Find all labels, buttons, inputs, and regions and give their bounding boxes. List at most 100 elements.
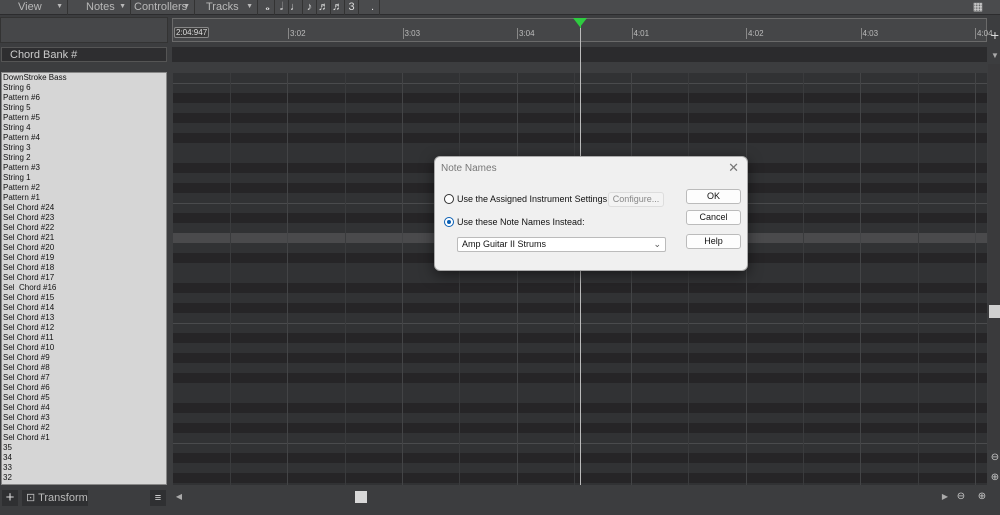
note-name-item[interactable]: Pattern #5 [2,113,166,123]
note-name-item[interactable]: Pattern #3 [2,163,166,173]
chevron-down-icon: ▼ [183,3,190,10]
note-name-item[interactable]: Sel Chord #24 [2,203,166,213]
note-name-item[interactable]: String 6 [2,83,166,93]
menu-view-label: View [18,1,42,13]
ruler-tick: 4:01 [631,28,650,39]
note-name-item[interactable]: 35 [2,443,166,453]
chord-bank-label: Chord Bank # [1,47,167,62]
horizontal-scroll-thumb[interactable] [355,491,367,503]
note-name-item[interactable]: String 3 [2,143,166,153]
note-name-item[interactable]: Sel Chord #21 [2,233,166,243]
menu-view[interactable]: View ▼ [0,0,68,15]
note-name-item[interactable]: String 4 [2,123,166,133]
note-name-item[interactable]: Sel Chord #3 [2,413,166,423]
vertical-scroll-thumb[interactable] [989,305,1000,318]
chevron-down-icon[interactable]: ▼ [988,48,1000,63]
note-name-item[interactable]: 33 [2,463,166,473]
note-names-list[interactable]: DownStroke Bass String 6 Pattern #6 String … [1,72,167,485]
scroll-right-icon[interactable]: ▶ [938,489,952,504]
option1-label[interactable]: Use the Assigned Instrument Settings [457,194,607,204]
eighth-note-icon[interactable]: ♪ [303,0,317,15]
note-name-item[interactable]: Sel Chord #22 [2,223,166,233]
note-name-item[interactable]: Pattern #2 [2,183,166,193]
chevron-down-icon: ⌄ [653,239,661,249]
note-name-item[interactable]: Sel Chord #19 [2,253,166,263]
ruler-tick: 3:03 [402,28,421,39]
now-time: 2:04:947 [174,27,210,38]
menu-controllers[interactable]: Controllers ▼ [131,0,195,15]
configure-button[interactable]: Configure... [608,192,664,207]
note-name-item[interactable]: Sel Chord #10 [2,343,166,353]
note-name-item[interactable]: Sel Chord #4 [2,403,166,413]
note-name-item[interactable]: DownStroke Bass [2,73,166,83]
quarter-note-icon[interactable]: ♩ [289,0,303,15]
beat-line [344,73,346,485]
note-name-item[interactable]: Pattern #4 [2,133,166,143]
zoom-out-icon[interactable]: ⊖ [954,489,968,504]
filter-menu-icon[interactable]: ≡ [150,490,166,506]
beat-line [459,73,461,485]
zoom-out-icon[interactable]: ⊖ [988,450,1000,465]
beat-line [631,73,633,485]
transform-icon: ⊡ [26,492,36,504]
note-names-dialog: Note Names ✕ Use the Assigned Instrument… [434,156,748,271]
note-name-item[interactable]: Pattern #6 [2,93,166,103]
note-name-item[interactable]: Sel Chord #13 [2,313,166,323]
triplet-button[interactable]: 3 [345,0,359,15]
sixteenth-note-icon[interactable]: ♬ [317,0,331,15]
note-name-item[interactable]: Sel Chord #6 [2,383,166,393]
note-name-item[interactable]: Sel Chord #9 [2,353,166,363]
note-name-item[interactable]: Sel Chord #14 [2,303,166,313]
menu-tracks[interactable]: Tracks ▼ [195,0,258,15]
note-names-dropdown[interactable]: Amp Guitar II Strums ⌄ [457,237,666,252]
radio-assigned-instrument[interactable] [444,194,454,204]
beat-line [688,73,690,485]
close-icon[interactable]: ✕ [728,160,739,176]
half-note-icon[interactable]: 𝅗𝅥 [275,0,289,15]
note-name-item[interactable]: Sel Chord #15 [2,293,166,303]
note-name-item[interactable]: Sel Chord #7 [2,373,166,383]
beat-line [516,73,518,485]
note-name-item[interactable]: Sel Chord #18 [2,263,166,273]
beat-line [917,73,919,485]
note-name-item[interactable]: String 2 [2,153,166,163]
note-name-item[interactable]: Sel Chord #5 [2,393,166,403]
ok-button[interactable]: OK [686,189,741,204]
vertical-scrollbar[interactable] [988,64,1000,450]
beat-line [745,73,747,485]
note-name-item[interactable]: String 5 [2,103,166,113]
beat-line [860,73,862,485]
note-name-item[interactable]: Sel Chord #23 [2,213,166,223]
note-name-item[interactable]: Pattern #1 [2,193,166,203]
note-name-item[interactable]: Sel Chord #17 [2,273,166,283]
beat-line [287,73,289,485]
note-name-item[interactable]: Sel Chord #2 [2,423,166,433]
note-name-item[interactable]: Sel Chord #16 [2,283,166,293]
beat-line [974,73,976,485]
option2-label[interactable]: Use these Note Names Instead: [457,217,585,227]
note-name-item[interactable]: Sel Chord #20 [2,243,166,253]
radio-note-names[interactable] [444,217,454,227]
add-button[interactable]: + [2,490,18,506]
plus-icon[interactable]: + [988,28,1000,43]
help-button[interactable]: Help [686,234,741,249]
thirtysecond-note-icon[interactable]: ♬ [331,0,345,15]
note-name-item[interactable]: Sel Chord #1 [2,433,166,443]
transform-button[interactable]: ⊡ Transform [22,490,88,506]
note-name-item[interactable]: 34 [2,453,166,463]
grid-icon[interactable]: ▦ [968,0,988,15]
note-name-item[interactable]: Sel Chord #12 [2,323,166,333]
menu-notes[interactable]: Notes ▼ [68,0,131,15]
note-name-item[interactable]: 32 [2,473,166,483]
ruler-tick: 3:04 [517,28,535,39]
note-name-item[interactable]: Sel Chord #8 [2,363,166,373]
whole-note-icon[interactable]: 𝅝 [261,0,275,15]
menu-notes-label: Notes [86,1,115,13]
zoom-in-icon[interactable]: ⊕ [975,489,989,504]
zoom-in-icon[interactable]: ⊕ [988,470,1000,485]
scroll-left-icon[interactable]: ◀ [172,489,186,504]
note-name-item[interactable]: String 1 [2,173,166,183]
dotted-button[interactable]: . [366,0,380,15]
cancel-button[interactable]: Cancel [686,210,741,225]
note-name-item[interactable]: Sel Chord #11 [2,333,166,343]
